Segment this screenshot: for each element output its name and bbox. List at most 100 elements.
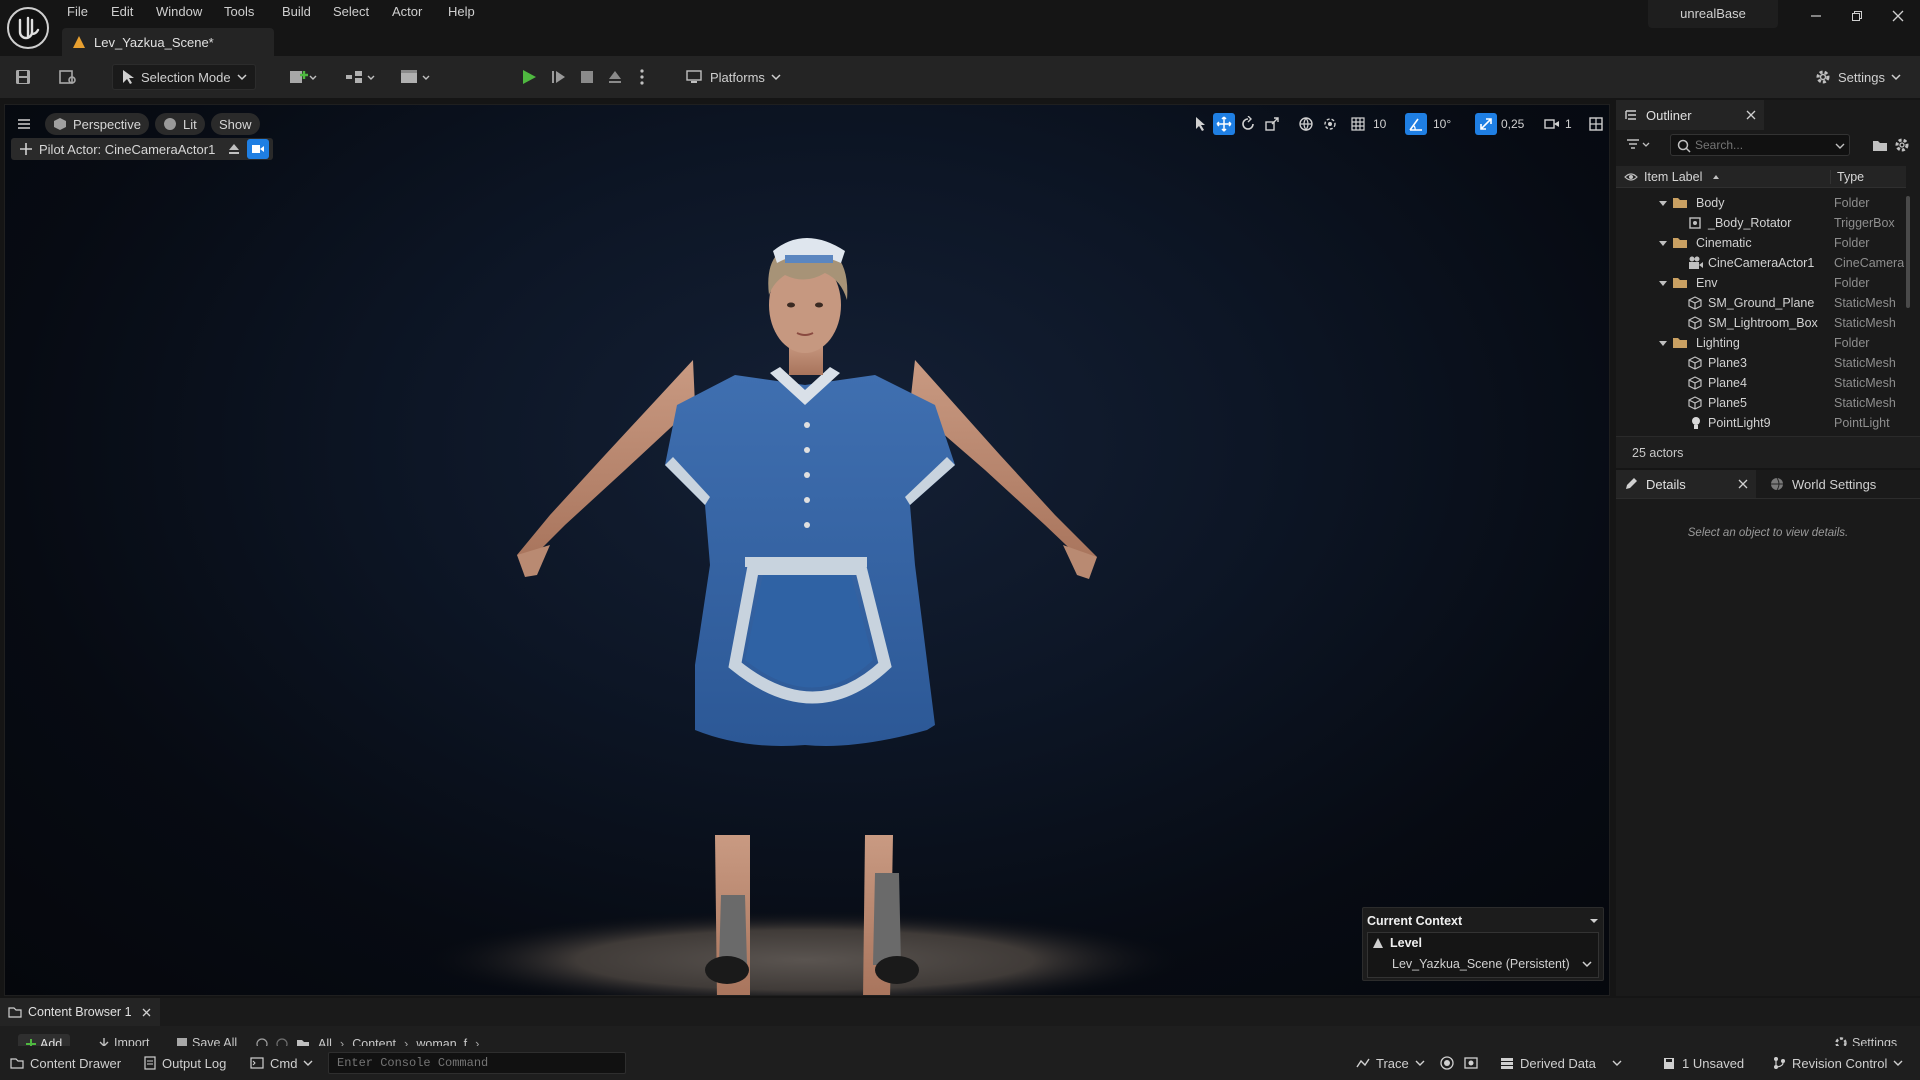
column-item-label[interactable]: Item Label — [1644, 170, 1702, 184]
outliner-row-cinematic[interactable]: Cinematic Folder — [1616, 233, 1906, 253]
output-log-button[interactable]: Output Log — [144, 1046, 226, 1080]
outliner-row-plane4[interactable]: Plane4 StaticMesh — [1616, 373, 1906, 393]
unreal-logo-icon[interactable] — [6, 6, 50, 50]
advance-frame-icon[interactable] — [550, 64, 572, 90]
camera-speed-icon[interactable] — [1541, 113, 1563, 135]
tab-outliner[interactable]: Outliner — [1616, 100, 1764, 130]
outliner-row-env[interactable]: Env Folder — [1616, 273, 1906, 293]
current-context-header[interactable]: Current Context — [1367, 912, 1599, 930]
history-back-icon[interactable] — [256, 1037, 268, 1047]
eye-icon[interactable] — [1624, 172, 1638, 182]
menu-select[interactable]: Select — [333, 0, 369, 24]
outliner-row-plane5[interactable]: Plane5 StaticMesh — [1616, 393, 1906, 413]
expand-arrow-icon[interactable] — [1658, 340, 1668, 347]
rotation-snap-value[interactable]: 10° — [1433, 113, 1451, 135]
outliner-row-pointlight9[interactable]: PointLight9 PointLight — [1616, 413, 1906, 433]
tab-level[interactable]: Lev_Yazkua_Scene* — [62, 28, 274, 56]
filter-icon[interactable] — [1626, 138, 1652, 152]
browse-icon[interactable] — [58, 64, 80, 90]
perspective-dropdown[interactable]: Perspective — [45, 113, 149, 135]
revision-control-dropdown[interactable]: Revision Control — [1772, 1046, 1903, 1080]
outliner-row-plane3[interactable]: Plane3 StaticMesh — [1616, 353, 1906, 373]
trace-dropdown[interactable]: Trace — [1356, 1046, 1425, 1080]
add-folder-icon[interactable] — [1872, 138, 1888, 152]
level-selector[interactable]: Lev_Yazkua_Scene (Persistent) — [1392, 957, 1592, 971]
close-icon[interactable] — [1884, 4, 1912, 28]
scale-tool-icon[interactable] — [1261, 113, 1283, 135]
settings-dropdown[interactable]: Settings — [1814, 64, 1904, 90]
outliner-row-lighting[interactable]: Lighting Folder — [1616, 333, 1906, 353]
world-space-icon[interactable] — [1295, 113, 1317, 135]
scale-snap-icon[interactable] — [1475, 113, 1497, 135]
viewport-layout-icon[interactable] — [1585, 113, 1607, 135]
menu-window[interactable]: Window — [156, 0, 202, 24]
lit-dropdown[interactable]: Lit — [155, 113, 205, 135]
content-browser-settings[interactable]: Settings — [1834, 1036, 1897, 1046]
add-actor-button[interactable] — [288, 64, 328, 90]
outliner-row-lightroom-box[interactable]: SM_Lightroom_Box StaticMesh — [1616, 313, 1906, 333]
cmd-dropdown[interactable]: Cmd — [250, 1046, 313, 1080]
stop-icon[interactable] — [578, 64, 600, 90]
record-icon[interactable] — [1440, 1046, 1454, 1080]
breadcrumb-woman-f[interactable]: woman_f — [416, 1037, 467, 1047]
breadcrumb-content[interactable]: Content — [352, 1037, 396, 1047]
rotate-tool-icon[interactable] — [1237, 113, 1259, 135]
outliner-row-ground-plane[interactable]: SM_Ground_Plane StaticMesh — [1616, 293, 1906, 313]
tab-details[interactable]: Details — [1616, 470, 1756, 498]
outliner-row-body-rotator[interactable]: _Body_Rotator TriggerBox — [1616, 213, 1906, 233]
unsaved-button[interactable]: 1 Unsaved — [1662, 1046, 1744, 1080]
derived-data-dropdown[interactable]: Derived Data — [1500, 1046, 1622, 1080]
blueprint-button[interactable] — [342, 64, 382, 90]
menu-tools[interactable]: Tools — [224, 0, 254, 24]
outliner-search-input[interactable] — [1670, 134, 1850, 156]
grid-snap-value[interactable]: 10 — [1373, 113, 1386, 135]
camera-speed-value[interactable]: 1 — [1565, 113, 1572, 135]
save-all-button[interactable]: Save All — [176, 1036, 237, 1046]
restore-icon[interactable] — [1843, 4, 1871, 28]
outliner-scrollbar[interactable] — [1906, 196, 1910, 308]
more-options-icon[interactable] — [640, 64, 650, 90]
search-field[interactable] — [1695, 137, 1825, 153]
play-button[interactable] — [520, 64, 542, 90]
expand-arrow-icon[interactable] — [1658, 200, 1668, 207]
menu-edit[interactable]: Edit — [111, 0, 133, 24]
eject-icon[interactable] — [606, 64, 628, 90]
expand-arrow-icon[interactable] — [1658, 240, 1668, 247]
viewport-menu-icon[interactable] — [13, 113, 35, 135]
tab-world-settings[interactable]: World Settings — [1764, 470, 1904, 498]
menu-actor[interactable]: Actor — [392, 0, 422, 24]
breadcrumb-all[interactable]: All — [318, 1037, 332, 1047]
outliner-row-cinecamera[interactable]: CineCameraActor1 CineCamera — [1616, 253, 1906, 273]
column-type[interactable]: Type — [1830, 170, 1864, 184]
cinematics-button[interactable] — [398, 64, 438, 90]
scale-snap-value[interactable]: 0,25 — [1501, 113, 1524, 135]
gear-icon[interactable] — [1894, 137, 1910, 153]
level-viewport[interactable]: Perspective Lit Show Pilot Actor: CineCa… — [4, 104, 1610, 996]
console-command-input[interactable] — [328, 1052, 626, 1074]
close-tab-icon[interactable] — [1746, 110, 1756, 120]
minimize-icon[interactable] — [1802, 4, 1830, 28]
surface-snap-icon[interactable] — [1319, 113, 1341, 135]
grid-snap-icon[interactable] — [1347, 113, 1369, 135]
select-tool-icon[interactable] — [1189, 113, 1211, 135]
add-button[interactable]: Add — [18, 1034, 71, 1046]
selection-mode-dropdown[interactable]: Selection Mode — [112, 64, 256, 90]
history-forward-icon[interactable] — [276, 1037, 288, 1047]
expand-arrow-icon[interactable] — [1658, 280, 1668, 287]
camera-lock-icon[interactable] — [247, 139, 270, 159]
menu-help[interactable]: Help — [448, 0, 475, 24]
platforms-dropdown[interactable]: Platforms — [686, 64, 782, 90]
rotation-snap-icon[interactable] — [1405, 113, 1427, 135]
screenshot-icon[interactable] — [1464, 1046, 1478, 1080]
close-tab-icon[interactable] — [142, 1008, 151, 1017]
menu-file[interactable]: File — [67, 0, 88, 24]
translate-tool-icon[interactable] — [1213, 113, 1235, 135]
close-tab-icon[interactable] — [1738, 479, 1748, 489]
eject-pilot-icon[interactable] — [227, 142, 241, 156]
tab-content-browser[interactable]: Content Browser 1 — [0, 998, 160, 1026]
show-dropdown[interactable]: Show — [211, 113, 260, 135]
import-button[interactable]: Import — [98, 1036, 149, 1046]
outliner-row-body[interactable]: Body Folder — [1616, 193, 1906, 213]
content-drawer-button[interactable]: Content Drawer — [10, 1046, 121, 1080]
save-icon[interactable] — [14, 64, 36, 90]
